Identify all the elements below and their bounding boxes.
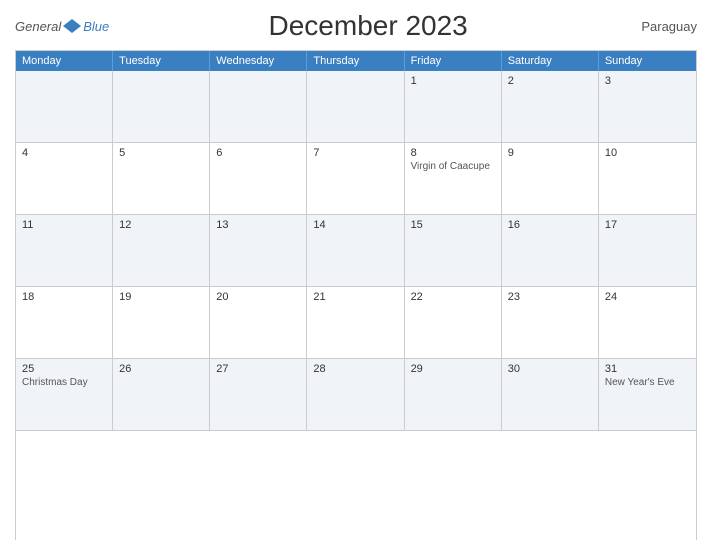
table-row: 22 [405, 287, 502, 358]
calendar-header: Monday Tuesday Wednesday Thursday Friday… [16, 51, 696, 71]
table-row: 3 [599, 71, 696, 142]
logo-general: General [15, 19, 61, 34]
table-row: 13 [210, 215, 307, 286]
table-row: 10 [599, 143, 696, 214]
page-header: General Blue December 2023 Paraguay [15, 10, 697, 42]
table-row [16, 71, 113, 142]
calendar-grid: Monday Tuesday Wednesday Thursday Friday… [15, 50, 697, 540]
table-row [113, 71, 210, 142]
table-row: 6 [210, 143, 307, 214]
table-row: 20 [210, 287, 307, 358]
logo-flag-icon [63, 17, 81, 35]
table-row: 23 [502, 287, 599, 358]
table-row: 7 [307, 143, 404, 214]
calendar-body: 1 2 3 4 5 6 [16, 71, 696, 431]
table-row: 24 [599, 287, 696, 358]
table-row: 21 [307, 287, 404, 358]
calendar-week-1: 1 2 3 [16, 71, 696, 143]
table-row: 4 [16, 143, 113, 214]
table-row: 1 [405, 71, 502, 142]
table-row: 5 [113, 143, 210, 214]
header-tuesday: Tuesday [113, 51, 210, 71]
table-row: 9 [502, 143, 599, 214]
table-row: 12 [113, 215, 210, 286]
table-row: 8 Virgin of Caacupe [405, 143, 502, 214]
calendar-week-3: 11 12 13 14 15 16 17 [16, 215, 696, 287]
table-row: 19 [113, 287, 210, 358]
table-row: 31 New Year's Eve [599, 359, 696, 430]
logo: General Blue [15, 17, 109, 35]
table-row: 25 Christmas Day [16, 359, 113, 430]
table-row: 30 [502, 359, 599, 430]
page-title: December 2023 [109, 10, 627, 42]
header-sunday: Sunday [599, 51, 696, 71]
calendar-week-2: 4 5 6 7 8 Virgin of Caacupe 9 [16, 143, 696, 215]
table-row: 18 [16, 287, 113, 358]
header-friday: Friday [405, 51, 502, 71]
logo-blue: Blue [83, 19, 109, 34]
table-row [307, 71, 404, 142]
table-row: 2 [502, 71, 599, 142]
table-row: 15 [405, 215, 502, 286]
calendar-week-4: 18 19 20 21 22 23 24 [16, 287, 696, 359]
header-saturday: Saturday [502, 51, 599, 71]
table-row: 16 [502, 215, 599, 286]
header-wednesday: Wednesday [210, 51, 307, 71]
table-row: 29 [405, 359, 502, 430]
header-thursday: Thursday [307, 51, 404, 71]
header-monday: Monday [16, 51, 113, 71]
table-row: 27 [210, 359, 307, 430]
calendar-week-5: 25 Christmas Day 26 27 28 29 30 [16, 359, 696, 431]
table-row: 17 [599, 215, 696, 286]
table-row: 28 [307, 359, 404, 430]
table-row: 26 [113, 359, 210, 430]
table-row: 14 [307, 215, 404, 286]
calendar-page: General Blue December 2023 Paraguay Mond… [0, 0, 712, 550]
table-row: 11 [16, 215, 113, 286]
country-label: Paraguay [627, 19, 697, 34]
table-row [210, 71, 307, 142]
